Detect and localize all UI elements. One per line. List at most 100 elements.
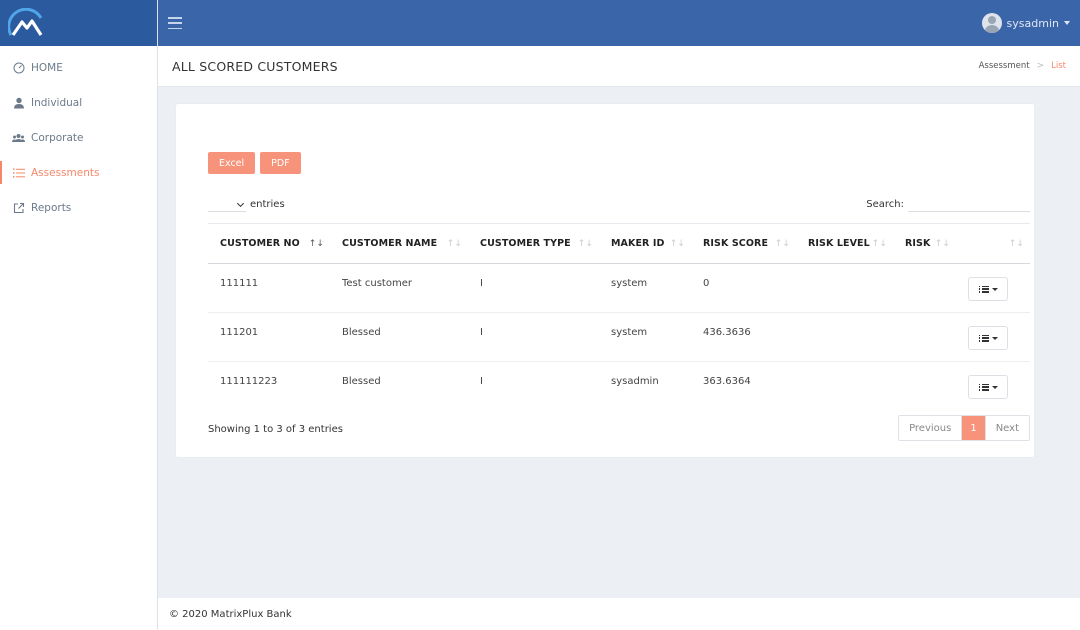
cell-customer-type: I [480,376,483,387]
sidebar-item-corporate[interactable]: Corporate [0,120,157,155]
page-number-button[interactable]: 1 [962,416,985,440]
row-actions-button[interactable] [968,375,1008,399]
row-actions-button[interactable] [968,277,1008,301]
excel-button[interactable]: Excel [208,152,256,174]
column-header-label: MAKER ID [611,238,665,249]
users-icon [12,131,25,144]
sidebar: HOME Individual Corporate Assessments Re… [0,0,158,630]
caret-down-icon [991,385,998,389]
sort-icon: ↑↓ [1008,239,1024,249]
column-header-label: CUSTOMER NAME [342,238,438,249]
cell-customer-no: 111111223 [220,376,278,387]
cell-actions [956,312,1030,362]
export-buttons: Excel PDF [208,152,301,174]
topbar: sysadmin [158,0,1080,46]
sort-icon: ↑↓ [446,239,462,249]
copyright-text: © 2020 MatrixPlux Bank [169,608,292,620]
sidebar-item-label: Corporate [31,131,84,144]
sidebar-item-home[interactable]: HOME [0,50,157,85]
sidebar-item-individual[interactable]: Individual [0,85,157,120]
sidebar-item-label: Reports [31,201,72,214]
column-header-customer-type[interactable]: CUSTOMER TYPE ↑↓ [468,223,599,264]
sort-icon: ↑↓ [871,239,887,249]
breadcrumb-parent[interactable]: Assessment [979,61,1030,71]
next-page-button[interactable]: Next [984,416,1029,440]
cell-risk-score: 363.6364 [703,376,751,387]
entries-length-control: entries [208,196,285,212]
entries-label: entries [250,198,285,210]
customers-table: CUSTOMER NO ↑↓ CUSTOMER NAME ↑↓ CUSTOMER T… [208,223,1030,411]
cell-risk-level [796,263,893,313]
username: sysadmin [1006,16,1059,30]
breadcrumb-current: List [1051,61,1066,71]
sidebar-nav: HOME Individual Corporate Assessments Re… [0,46,157,225]
cell-customer-no: 111201 [208,312,330,362]
avatar [981,13,1002,33]
column-header-label: CUSTOMER NO [220,238,300,249]
cell-actions [956,263,1030,313]
cell-customer-no: 111111 [208,263,330,313]
table-header-row: CUSTOMER NO ↑↓ CUSTOMER NAME ↑↓ CUSTOMER T… [208,223,1030,264]
list-icon [12,166,25,179]
column-header-risk-score[interactable]: RISK SCORE ↑↓ [691,223,796,264]
sort-icon: ↑↓ [934,239,950,249]
table-row: 111111 Test customer I system 0 [208,263,1030,313]
gauge-icon [12,61,25,74]
chevron-down-icon [1064,21,1070,25]
external-link-icon [12,201,25,214]
search-input[interactable] [908,196,1030,212]
cell-maker-id: system [599,263,691,313]
cell-risk-score: 0 [691,263,796,313]
sort-icon: ↑↓ [669,239,685,249]
cell-customer-type: I [468,312,599,362]
cell-risk-score: 436.3636 [691,312,796,362]
column-header-label: RISK LEVEL [808,238,870,249]
column-header-risk[interactable]: RISK ↑↓ [893,223,956,264]
column-header-label: RISK SCORE [703,238,769,249]
sidebar-item-label: HOME [31,61,63,74]
column-header-actions[interactable]: ↑↓ [956,223,1030,264]
cell-risk [893,263,956,313]
caret-down-icon [991,287,998,291]
hamburger-menu-icon[interactable] [168,17,182,29]
table-row: 111111223 Blessed I sysadmin 363.6364 [208,362,1030,411]
list-icon [978,285,989,293]
brand-bar [0,0,157,46]
sidebar-item-assessments[interactable]: Assessments [0,155,157,190]
sort-icon: ↑↓ [774,239,790,249]
sidebar-item-reports[interactable]: Reports [0,190,157,225]
previous-page-button[interactable]: Previous [899,416,963,440]
cell-customer-name: Blessed [342,376,381,387]
entries-select[interactable] [208,196,246,212]
column-header-customer-name[interactable]: CUSTOMER NAME ↑↓ [330,223,468,264]
table-row: 111201 Blessed I system 436.3636 [208,312,1030,362]
pagination: Previous 1 Next [898,415,1030,441]
cell-risk [893,312,956,362]
cell-maker-id: system [599,312,691,362]
cell-risk [893,362,956,411]
column-header-risk-level[interactable]: RISK LEVEL ↑↓ [796,223,893,264]
search-control: Search: [866,196,1030,212]
pdf-button[interactable]: PDF [260,152,301,174]
page-header: ALL SCORED CUSTOMERS Assessment > List [158,46,1080,87]
column-header-label: RISK [905,238,931,249]
column-header-customer-no[interactable]: CUSTOMER NO ↑↓ [208,223,330,264]
cell-maker-id: sysadmin [611,376,659,387]
cell-actions [956,362,1030,411]
cell-customer-name: Test customer [330,263,468,313]
cell-risk-level [796,312,893,362]
cell-customer-name: Blessed [330,312,468,362]
column-header-maker-id[interactable]: MAKER ID ↑↓ [599,223,691,264]
row-actions-button[interactable] [968,326,1008,350]
user-icon [12,96,25,109]
list-icon [978,334,989,342]
breadcrumb: Assessment > List [979,61,1066,71]
list-icon [978,383,989,391]
cell-customer-type: I [468,263,599,313]
page-title: ALL SCORED CUSTOMERS [172,58,338,74]
logo-icon[interactable] [8,8,46,38]
sort-icon: ↑↓ [308,239,324,249]
sidebar-item-label: Individual [31,96,83,109]
caret-down-icon [991,336,998,340]
user-menu[interactable]: sysadmin [981,13,1070,33]
